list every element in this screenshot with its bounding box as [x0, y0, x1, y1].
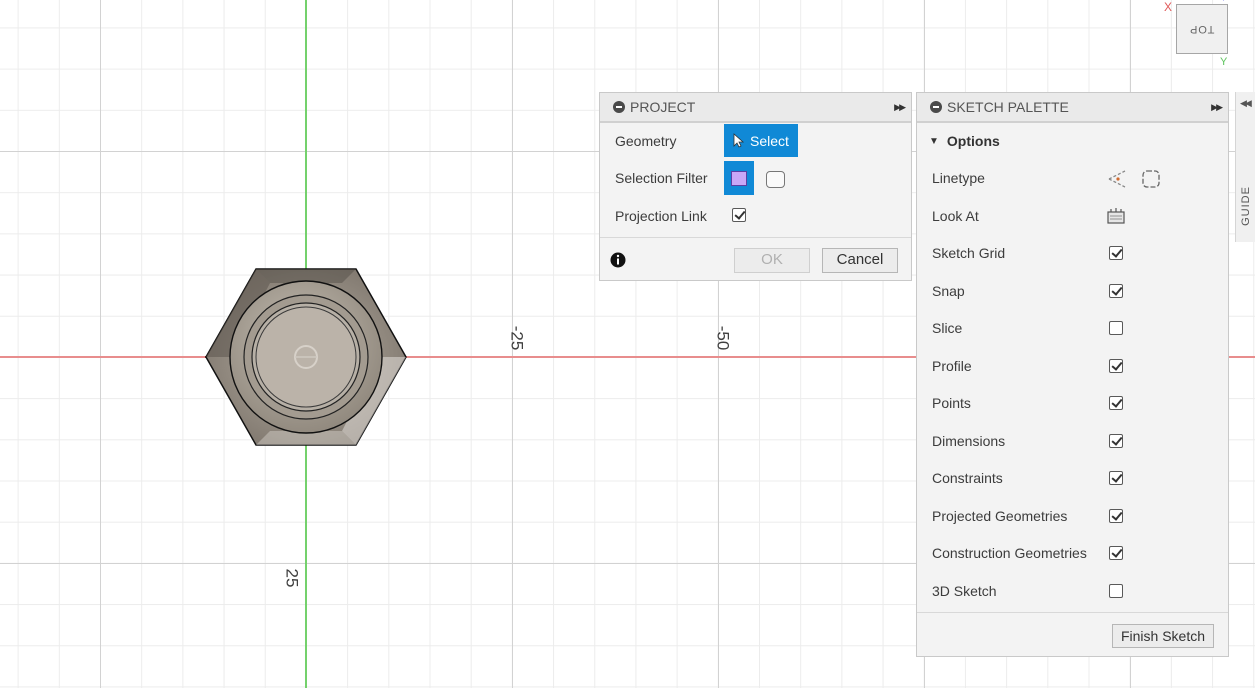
sketch-palette-header[interactable]: SKETCH PALETTE ▶▶: [917, 93, 1228, 123]
sketch-palette-title: SKETCH PALETTE: [947, 99, 1069, 115]
viewcube-y-axis-label: Y: [1220, 56, 1228, 68]
option-label: Slice: [932, 320, 963, 336]
3d-sketch-checkbox[interactable]: [1109, 584, 1123, 598]
finish-sketch-button[interactable]: Finish Sketch: [1112, 624, 1214, 648]
construction-linetype-icon[interactable]: [1106, 168, 1128, 190]
option-row: Constraints: [932, 470, 1003, 486]
expand-arrows-icon[interactable]: ▶▶: [894, 102, 906, 113]
project-panel: PROJECT ▶▶ Geometry Select Selection Fil…: [599, 92, 912, 281]
options-section-toggle[interactable]: ▼ Options: [929, 133, 1000, 149]
projection-link-checkbox[interactable]: [732, 208, 746, 222]
body-filter-icon[interactable]: [766, 171, 785, 188]
option-row: Slice: [932, 320, 962, 336]
geometry-select-button[interactable]: Select: [724, 124, 798, 157]
dimensions-checkbox[interactable]: [1109, 434, 1123, 448]
projected-geometries-checkbox[interactable]: [1109, 509, 1123, 523]
option-row: Construction Geometries: [932, 545, 1087, 561]
selection-filter-label: Selection Filter: [615, 170, 708, 186]
cancel-button[interactable]: Cancel: [822, 248, 898, 273]
dimension-label-neg50: -50: [713, 325, 733, 351]
look-at-icon[interactable]: [1106, 207, 1126, 225]
options-section-title: Options: [946, 133, 1000, 149]
caret-down-icon: ▼: [929, 135, 939, 147]
linetype-label: Linetype: [932, 170, 985, 186]
viewcube[interactable]: TOP: [1176, 4, 1228, 54]
option-label: Construction Geometries: [932, 545, 1087, 561]
slice-checkbox[interactable]: [1109, 321, 1123, 335]
ok-button[interactable]: OK: [734, 248, 810, 273]
option-label: Projected Geometries: [932, 508, 1068, 524]
look-at-label: Look At: [932, 208, 979, 224]
collapse-icon[interactable]: [613, 101, 625, 113]
collapse-icon[interactable]: [930, 101, 942, 113]
option-label: Points: [932, 395, 971, 411]
hex-nut-model[interactable]: [200, 263, 412, 453]
option-label: Sketch Grid: [932, 245, 1006, 261]
dimension-label-25: 25: [282, 568, 302, 588]
option-row: Sketch Grid: [932, 245, 1005, 261]
option-row: Profile: [932, 358, 972, 374]
collapse-left-arrows-icon[interactable]: ◀◀: [1240, 98, 1252, 109]
sketch-grid-checkbox[interactable]: [1109, 246, 1123, 260]
snap-checkbox[interactable]: [1109, 284, 1123, 298]
guide-tab[interactable]: ◀◀ GUIDE: [1235, 92, 1255, 242]
option-label: Profile: [932, 358, 972, 374]
profile-checkbox[interactable]: [1109, 359, 1123, 373]
option-row: Dimensions: [932, 433, 1005, 449]
construction-geometries-checkbox[interactable]: [1109, 546, 1123, 560]
geometry-label: Geometry: [615, 133, 677, 149]
option-label: Snap: [932, 283, 965, 299]
constraints-checkbox[interactable]: [1109, 471, 1123, 485]
option-label: Dimensions: [932, 433, 1006, 449]
specified-entities-filter-button[interactable]: [724, 161, 754, 195]
option-row: 3D Sketch: [932, 583, 997, 599]
expand-arrows-icon[interactable]: ▶▶: [1211, 102, 1223, 113]
info-icon[interactable]: [610, 252, 626, 268]
project-panel-header[interactable]: PROJECT ▶▶: [600, 93, 911, 123]
cursor-icon: [733, 133, 745, 148]
points-checkbox[interactable]: [1109, 396, 1123, 410]
sketch-palette-panel: SKETCH PALETTE ▶▶ ▼ Options Linetype Loo…: [916, 92, 1229, 657]
viewcube-face-label: TOP: [1189, 23, 1215, 35]
projection-link-label: Projection Link: [615, 208, 707, 224]
option-row: Projected Geometries: [932, 508, 1067, 524]
option-label: Constraints: [932, 470, 1003, 486]
option-row: Snap: [932, 283, 965, 299]
select-button-label: Select: [750, 132, 789, 149]
option-row: Points: [932, 395, 971, 411]
guide-tab-label: GUIDE: [1239, 186, 1252, 226]
face-filter-icon: [731, 170, 747, 186]
centerline-linetype-icon[interactable]: [1140, 168, 1162, 190]
dimension-label-neg25: -25: [507, 325, 527, 351]
option-label: 3D Sketch: [932, 583, 997, 599]
project-panel-title: PROJECT: [630, 99, 696, 115]
viewcube-x-axis-label: X: [1164, 0, 1173, 14]
